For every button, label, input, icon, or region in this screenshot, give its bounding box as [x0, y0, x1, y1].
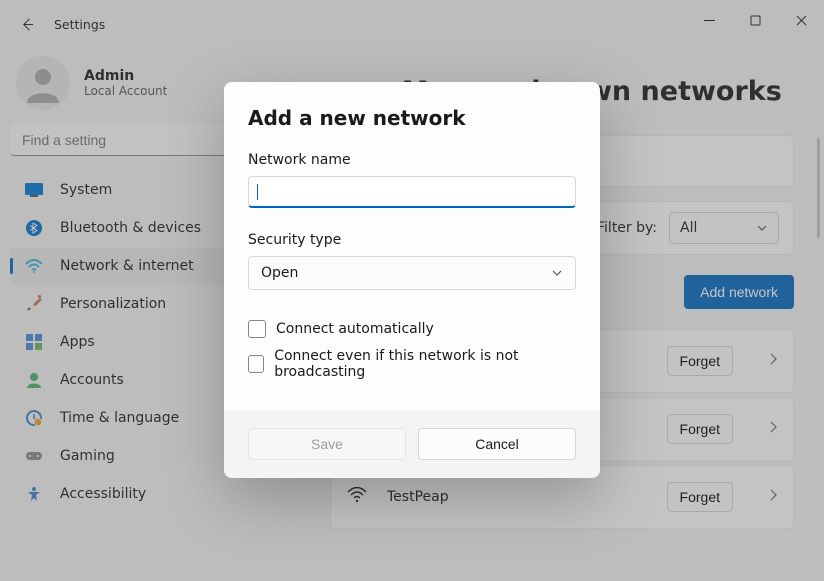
dialog-footer: Save Cancel [224, 410, 600, 478]
connect-broadcast-checkbox[interactable] [248, 355, 264, 373]
security-type-label: Security type [248, 232, 576, 248]
connect-broadcast-label: Connect even if this network is not broa… [274, 348, 576, 380]
connect-automatically-checkbox[interactable] [248, 320, 266, 338]
add-network-dialog: Add a new network Network name Security … [224, 82, 600, 478]
cancel-button[interactable]: Cancel [418, 428, 576, 460]
network-name-input[interactable] [258, 183, 567, 201]
connect-automatically-row[interactable]: Connect automatically [248, 320, 576, 338]
chevron-down-icon [551, 265, 563, 281]
network-name-input-wrap [248, 176, 576, 208]
network-name-label: Network name [248, 152, 576, 168]
modal-overlay: Add a new network Network name Security … [0, 0, 824, 581]
save-button[interactable]: Save [248, 428, 406, 460]
security-type-select[interactable]: Open [248, 256, 576, 290]
connect-broadcast-row[interactable]: Connect even if this network is not broa… [248, 348, 576, 380]
security-type-value: Open [261, 265, 298, 281]
connect-automatically-label: Connect automatically [276, 321, 434, 337]
dialog-title: Add a new network [248, 106, 576, 130]
